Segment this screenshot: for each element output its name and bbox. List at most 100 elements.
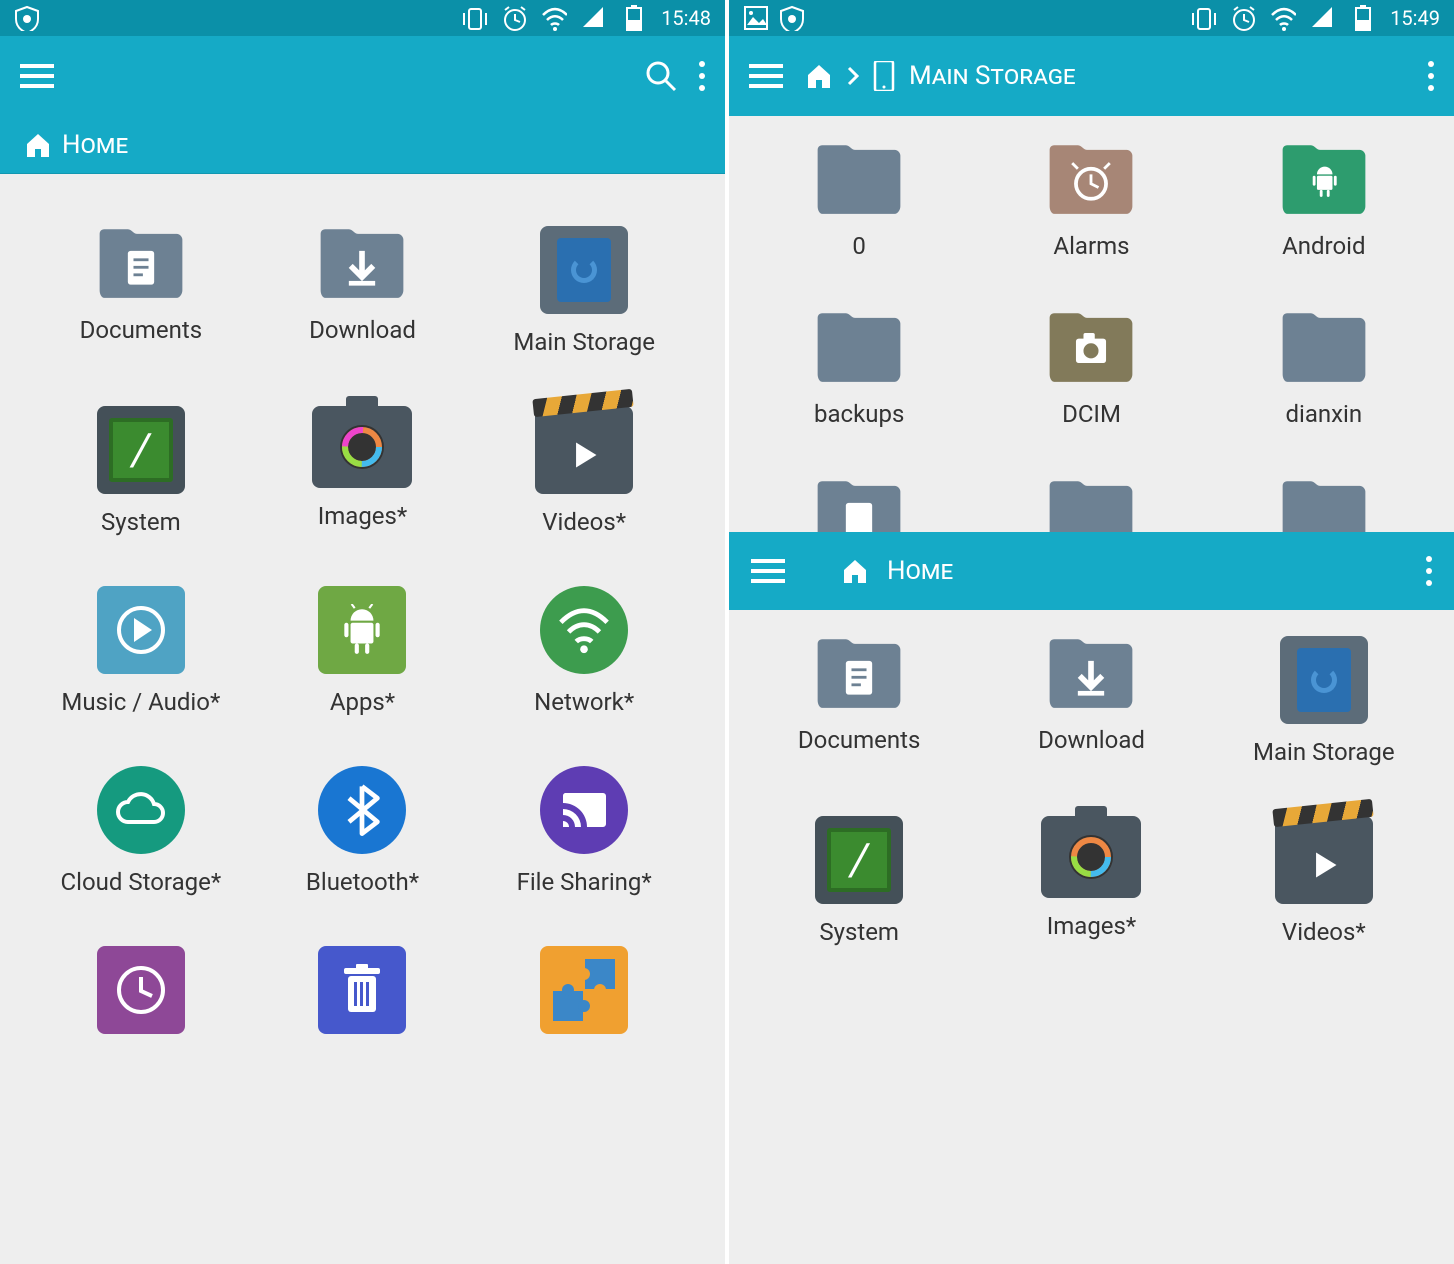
folder-partial-3[interactable] [1212, 478, 1436, 532]
item-documents[interactable]: Documents [747, 636, 971, 766]
alarm-icon [501, 5, 527, 31]
item-videos[interactable]: Videos* [477, 406, 691, 536]
item-trash[interactable] [256, 946, 470, 1034]
breadcrumb[interactable]: Home [0, 116, 725, 174]
signal-icon [581, 5, 607, 31]
item-label: backups [814, 400, 904, 428]
phone-icon [873, 61, 895, 91]
vibrate-icon [461, 5, 487, 31]
folder-download-icon [315, 226, 409, 302]
cloud-icon [97, 766, 185, 854]
item-images[interactable]: Images* [979, 816, 1203, 946]
item-network[interactable]: Network* [477, 586, 691, 716]
menu-button[interactable] [749, 64, 783, 88]
puzzle-icon [540, 946, 628, 1034]
overflow-button[interactable] [1428, 61, 1434, 91]
android-icon [318, 586, 406, 674]
item-bluetooth[interactable]: Bluetooth* [256, 766, 470, 896]
bottom-panel-content: Documents Download Main Storage / System… [729, 610, 1454, 1264]
wifi-icon [1270, 5, 1296, 31]
item-filesharing[interactable]: File Sharing* [477, 766, 691, 896]
picture-icon [743, 5, 769, 31]
item-label: Images* [1047, 912, 1137, 940]
toolbar-top: Main Storage [729, 36, 1454, 116]
item-cloud[interactable]: Cloud Storage* [34, 766, 248, 896]
folder-dianxin[interactable]: dianxin [1212, 310, 1436, 428]
item-videos[interactable]: Videos* [1212, 816, 1436, 946]
item-system[interactable]: / System [747, 816, 971, 946]
folder-alarms[interactable]: Alarms [979, 142, 1203, 260]
folder-icon [812, 310, 906, 386]
item-label: dianxin [1285, 400, 1362, 428]
breadcrumb-home[interactable]: Home [887, 556, 953, 586]
folder-icon [1277, 478, 1371, 532]
item-label: Main Storage [513, 328, 655, 356]
item-label: Download [1038, 726, 1145, 754]
folder-icon [1277, 310, 1371, 386]
item-main-storage[interactable]: Main Storage [1212, 636, 1436, 766]
overflow-button[interactable] [699, 61, 705, 91]
item-label: File Sharing* [517, 868, 652, 896]
item-download[interactable]: Download [979, 636, 1203, 766]
battery-icon [1350, 5, 1376, 31]
breadcrumb[interactable]: Main Storage [805, 61, 1076, 91]
item-label: DCIM [1062, 400, 1121, 428]
system-icon: / [815, 816, 903, 904]
folder-partial-1[interactable] [747, 478, 971, 532]
item-label: Documents [798, 726, 921, 754]
storage-icon [1280, 636, 1368, 724]
item-label: Images* [318, 502, 408, 530]
item-label: Videos* [1282, 918, 1366, 946]
camera-icon [1041, 816, 1141, 898]
camera-icon [312, 406, 412, 488]
content: Documents Download Main Storage / System… [0, 174, 725, 1264]
item-recent[interactable] [34, 946, 248, 1034]
music-icon [97, 586, 185, 674]
overflow-button[interactable] [1426, 556, 1432, 586]
item-documents[interactable]: Documents [34, 226, 248, 356]
folder-android-icon [1277, 142, 1371, 218]
trash-icon [318, 946, 406, 1034]
battery-icon [621, 5, 647, 31]
folder-alarm-icon [1044, 142, 1138, 218]
home-icon [805, 62, 833, 90]
item-apps[interactable]: Apps* [256, 586, 470, 716]
folder-backups[interactable]: backups [747, 310, 971, 428]
menu-button[interactable] [20, 64, 54, 88]
item-label: 0 [852, 232, 866, 260]
shield-icon [779, 5, 805, 31]
status-time: 15:48 [661, 6, 711, 30]
folder-partial-2[interactable] [979, 478, 1203, 532]
item-label: System [101, 508, 181, 536]
item-main-storage[interactable]: Main Storage [477, 226, 691, 356]
status-bar: 15:48 [0, 0, 725, 36]
item-images[interactable]: Images* [256, 406, 470, 536]
folder-android[interactable]: Android [1212, 142, 1436, 260]
signal-icon [1310, 5, 1336, 31]
folder-dcim[interactable]: DCIM [979, 310, 1203, 428]
bluetooth-icon [318, 766, 406, 854]
menu-button[interactable] [751, 559, 785, 583]
clapper-icon [535, 406, 633, 494]
item-music[interactable]: Music / Audio* [34, 586, 248, 716]
item-label: Bluetooth* [306, 868, 419, 896]
item-label: Apps* [330, 688, 395, 716]
folder-0[interactable]: 0 [747, 142, 971, 260]
vibrate-icon [1190, 5, 1216, 31]
folder-icon [812, 142, 906, 218]
item-download[interactable]: Download [256, 226, 470, 356]
folder-icon [812, 478, 906, 532]
alarm-icon [1230, 5, 1256, 31]
status-time: 15:49 [1390, 6, 1440, 30]
system-icon: / [97, 406, 185, 494]
left-screen: 15:48 Home Documents Download Main Stora… [0, 0, 725, 1264]
home-icon [841, 557, 869, 585]
item-label: Cloud Storage* [60, 868, 221, 896]
shield-icon [14, 5, 40, 31]
item-system[interactable]: / System [34, 406, 248, 536]
folder-camera-icon [1044, 310, 1138, 386]
search-button[interactable] [645, 60, 677, 92]
item-label: Videos* [542, 508, 626, 536]
item-plugins[interactable] [477, 946, 691, 1034]
top-panel-content: 0 Alarms Android backups DCIM dianxin [729, 116, 1454, 532]
